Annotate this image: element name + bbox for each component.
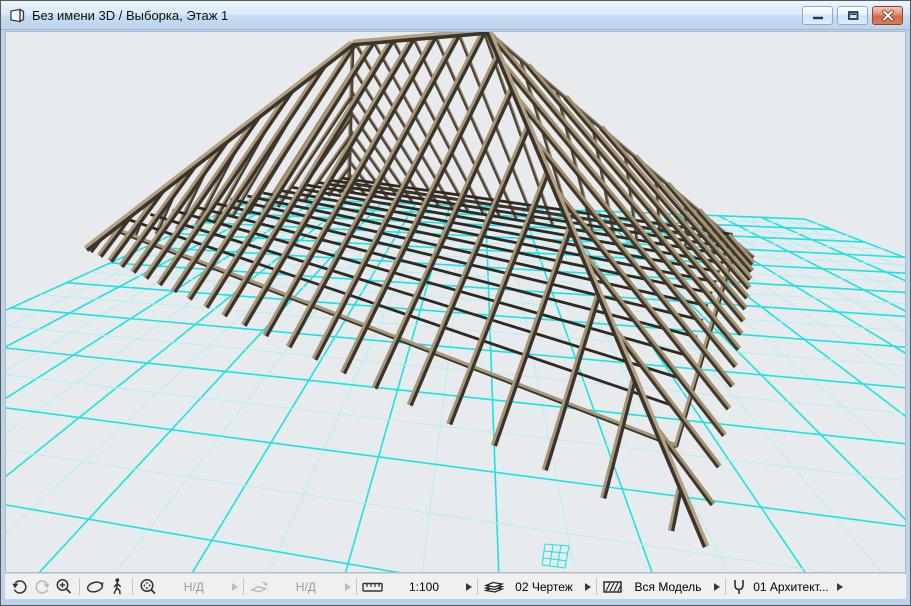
- drawing-control[interactable]: 02 Чертеж: [482, 577, 592, 597]
- zoom-level-value: Н/Д: [159, 580, 229, 594]
- close-button[interactable]: [872, 6, 903, 25]
- minimize-button[interactable]: [802, 6, 833, 25]
- next-view-button: [31, 576, 53, 598]
- close-icon: [880, 9, 896, 22]
- titlebar[interactable]: Без имени 3D / Выборка, Этаж 1: [1, 1, 910, 30]
- scale-menu-arrow: [465, 582, 473, 592]
- orientation-value: Н/Д: [270, 580, 342, 594]
- zoom-in-icon: [54, 577, 74, 597]
- layer-menu-arrow: [836, 582, 844, 592]
- separator: [132, 578, 133, 595]
- separator: [477, 578, 478, 595]
- zoom-in-button[interactable]: [53, 576, 75, 598]
- restore-button[interactable]: [837, 6, 868, 25]
- model-filter-value: Вся Модель: [625, 580, 711, 594]
- previous-view-icon: [10, 577, 30, 597]
- separator: [725, 578, 726, 595]
- walk-person-icon: [109, 577, 125, 597]
- window-title: Без имени 3D / Выборка, Этаж 1: [32, 8, 228, 23]
- pen-layer-icon: [730, 577, 748, 597]
- layer-control[interactable]: 01 Архитект...: [730, 577, 844, 597]
- zoom-level-menu-arrow: [231, 582, 239, 592]
- separator: [79, 578, 80, 595]
- walk-explore-button[interactable]: [106, 576, 128, 598]
- orientation-icon: [248, 577, 270, 597]
- separator: [596, 578, 597, 595]
- orientation-menu-arrow: [344, 582, 352, 592]
- 3d-window-icon: [9, 8, 26, 23]
- orbit-icon: [84, 577, 106, 597]
- previous-view-button[interactable]: [9, 576, 31, 598]
- model-filter-control[interactable]: Вся Модель: [601, 577, 721, 597]
- separator: [356, 578, 357, 595]
- fit-in-window-icon: [138, 577, 159, 597]
- window-frame-bottom: [1, 599, 910, 606]
- ground-grid: [6, 198, 906, 573]
- origin-marker: [542, 544, 569, 568]
- drawing-value: 02 Чертеж: [506, 580, 582, 594]
- drawing-menu-arrow: [584, 582, 592, 592]
- orientation-button: [248, 576, 270, 598]
- separator: [243, 578, 244, 595]
- next-view-icon: [32, 577, 52, 597]
- minimize-icon: [810, 9, 826, 21]
- model-filter-icon: [601, 577, 625, 597]
- drawing-layers-icon: [482, 577, 506, 597]
- scale-control[interactable]: 1:100: [361, 577, 473, 597]
- model-filter-menu-arrow: [713, 582, 721, 592]
- orbit-button[interactable]: [84, 576, 106, 598]
- fit-in-window-button[interactable]: [137, 576, 159, 598]
- scale-ruler-icon: [361, 577, 385, 597]
- 3d-scene: [6, 32, 906, 573]
- scale-value: 1:100: [385, 580, 463, 594]
- layer-value: 01 Архитект...: [748, 580, 834, 594]
- statusbar: Н/Д Н/Д 1:100: [5, 573, 906, 599]
- roof-framing: [85, 32, 755, 547]
- 3d-viewport[interactable]: [5, 31, 906, 573]
- restore-icon: [845, 9, 861, 22]
- app-window: Без имени 3D / Выборка, Этаж 1: [0, 0, 911, 606]
